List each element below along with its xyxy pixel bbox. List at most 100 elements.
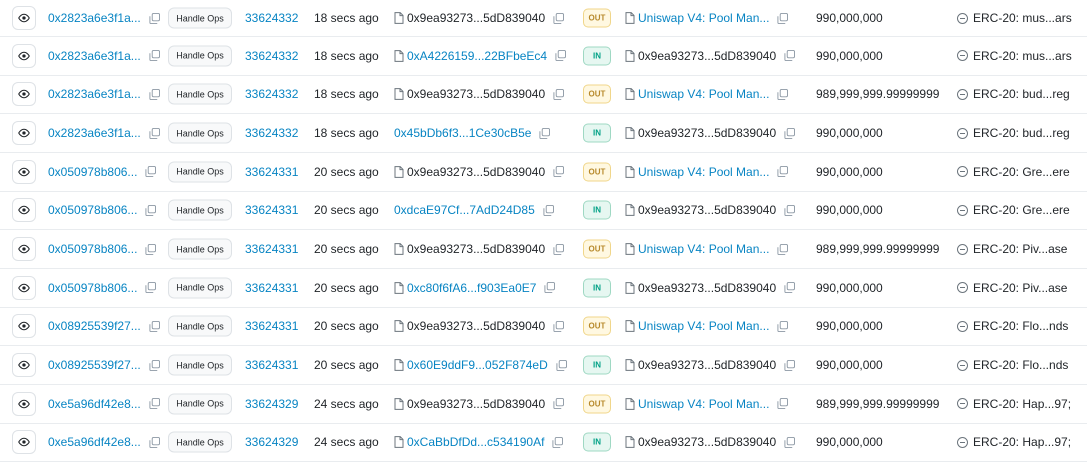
txn-hash-link[interactable]: 0x08925539f27... — [48, 319, 141, 333]
block-link[interactable]: 33624332 — [245, 87, 298, 101]
copy-icon[interactable] — [543, 204, 554, 216]
copy-icon[interactable] — [777, 398, 789, 410]
to-address[interactable]: Uniswap V4: Pool Man... — [638, 242, 769, 256]
copy-icon[interactable] — [777, 320, 789, 332]
copy-icon[interactable] — [777, 12, 789, 24]
age-text: 20 secs ago — [314, 164, 379, 179]
from-address[interactable]: 0x45bDb6f3...1Ce30cB5e — [394, 126, 531, 140]
copy-icon[interactable] — [149, 12, 160, 24]
to-address[interactable]: Uniswap V4: Pool Man... — [638, 165, 769, 179]
token-cell[interactable]: ERC-20: mus...ars — [957, 49, 1072, 63]
copy-icon[interactable] — [539, 127, 551, 139]
copy-icon[interactable] — [149, 359, 160, 371]
copy-icon[interactable] — [777, 243, 789, 255]
txn-hash-link[interactable]: 0x2823a6e3f1a... — [48, 87, 141, 101]
txn-hash-link[interactable]: 0x050978b806... — [48, 203, 137, 217]
block-link[interactable]: 33624332 — [245, 126, 298, 140]
token-cell[interactable]: ERC-20: Piv...ase — [957, 281, 1067, 295]
block-link[interactable]: 33624331 — [245, 319, 298, 333]
txn-hash-link[interactable]: 0x2823a6e3f1a... — [48, 126, 141, 140]
view-details-button[interactable] — [12, 198, 36, 223]
token-cell[interactable]: ERC-20: Flo...nds — [957, 358, 1068, 372]
copy-icon[interactable] — [553, 320, 565, 332]
copy-icon[interactable] — [149, 436, 160, 448]
copy-icon[interactable] — [784, 127, 796, 139]
copy-icon[interactable] — [145, 282, 157, 294]
copy-icon[interactable] — [149, 50, 160, 62]
copy-icon[interactable] — [784, 50, 796, 62]
to-address[interactable]: Uniswap V4: Pool Man... — [638, 11, 769, 25]
view-details-button[interactable] — [12, 391, 36, 416]
view-details-button[interactable] — [12, 430, 36, 455]
copy-icon[interactable] — [784, 359, 796, 371]
copy-icon[interactable] — [149, 88, 160, 100]
txn-hash-link[interactable]: 0x050978b806... — [48, 281, 137, 295]
txn-hash-link[interactable]: 0x2823a6e3f1a... — [48, 11, 141, 25]
copy-icon[interactable] — [784, 204, 796, 216]
token-cell[interactable]: ERC-20: Flo...nds — [957, 319, 1068, 333]
token-cell[interactable]: ERC-20: Hap...97; — [957, 397, 1071, 411]
copy-icon[interactable] — [552, 436, 564, 448]
token-cell[interactable]: ERC-20: bud...reg — [957, 87, 1070, 101]
txn-hash-link[interactable]: 0x08925539f27... — [48, 358, 141, 372]
token-cell[interactable]: ERC-20: Hap...97; — [957, 435, 1071, 449]
direction-badge: OUT — [583, 394, 611, 414]
view-details-button[interactable] — [12, 121, 36, 146]
copy-icon[interactable] — [145, 166, 157, 178]
from-address[interactable]: 0xCaBbDfDd...c534190Af — [407, 435, 544, 449]
from-address[interactable]: 0xdcaE97Cf...7AdD24D85 — [394, 203, 535, 217]
copy-icon[interactable] — [149, 320, 160, 332]
block-link[interactable]: 33624331 — [245, 281, 298, 295]
view-details-button[interactable] — [12, 353, 36, 378]
token-cell[interactable]: ERC-20: Gre...ere — [957, 203, 1070, 217]
contract-icon — [625, 165, 635, 178]
to-address[interactable]: Uniswap V4: Pool Man... — [638, 87, 769, 101]
from-address[interactable]: 0x60E9ddF9...052F874eD — [407, 358, 548, 372]
view-details-button[interactable] — [12, 43, 36, 68]
to-address[interactable]: Uniswap V4: Pool Man... — [638, 319, 769, 333]
method-badge: Handle Ops — [168, 122, 232, 144]
view-details-button[interactable] — [12, 314, 36, 339]
copy-icon[interactable] — [145, 243, 157, 255]
txn-hash-link[interactable]: 0x050978b806... — [48, 242, 137, 256]
copy-icon[interactable] — [553, 243, 565, 255]
view-details-button[interactable] — [12, 6, 36, 30]
txn-hash-link[interactable]: 0xe5a96df42e8... — [48, 397, 141, 411]
from-address[interactable]: 0xc80f6fA6...f903Ea0E7 — [407, 281, 536, 295]
txn-hash-link[interactable]: 0x050978b806... — [48, 165, 137, 179]
txn-hash-link[interactable]: 0xe5a96df42e8... — [48, 435, 141, 449]
copy-icon[interactable] — [149, 398, 160, 410]
token-cell[interactable]: ERC-20: mus...ars — [957, 11, 1072, 25]
block-link[interactable]: 33624332 — [245, 11, 298, 25]
block-link[interactable]: 33624331 — [245, 358, 298, 372]
copy-icon[interactable] — [777, 88, 789, 100]
view-details-button[interactable] — [12, 159, 36, 184]
copy-icon[interactable] — [149, 127, 160, 139]
to-address[interactable]: Uniswap V4: Pool Man... — [638, 397, 769, 411]
token-cell[interactable]: ERC-20: bud...reg — [957, 126, 1070, 140]
block-link[interactable]: 33624331 — [245, 242, 298, 256]
view-details-button[interactable] — [12, 275, 36, 300]
block-link[interactable]: 33624331 — [245, 165, 298, 179]
copy-icon[interactable] — [553, 166, 565, 178]
copy-icon[interactable] — [556, 359, 567, 371]
block-link[interactable]: 33624332 — [245, 49, 298, 63]
block-link[interactable]: 33624329 — [245, 435, 298, 449]
txn-hash-link[interactable]: 0x2823a6e3f1a... — [48, 49, 141, 63]
copy-icon[interactable] — [555, 50, 567, 62]
copy-icon[interactable] — [784, 436, 796, 448]
copy-icon[interactable] — [784, 282, 796, 294]
copy-icon[interactable] — [777, 166, 789, 178]
token-cell[interactable]: ERC-20: Gre...ere — [957, 165, 1070, 179]
view-details-button[interactable] — [12, 237, 36, 262]
copy-icon[interactable] — [553, 398, 565, 410]
from-address[interactable]: 0xA4226159...22BFbeEc4 — [407, 49, 547, 63]
copy-icon[interactable] — [145, 204, 157, 216]
copy-icon[interactable] — [553, 88, 565, 100]
view-details-button[interactable] — [12, 82, 36, 107]
block-link[interactable]: 33624331 — [245, 203, 298, 217]
copy-icon[interactable] — [553, 12, 565, 24]
copy-icon[interactable] — [544, 282, 556, 294]
block-link[interactable]: 33624329 — [245, 397, 298, 411]
token-cell[interactable]: ERC-20: Piv...ase — [957, 242, 1067, 256]
